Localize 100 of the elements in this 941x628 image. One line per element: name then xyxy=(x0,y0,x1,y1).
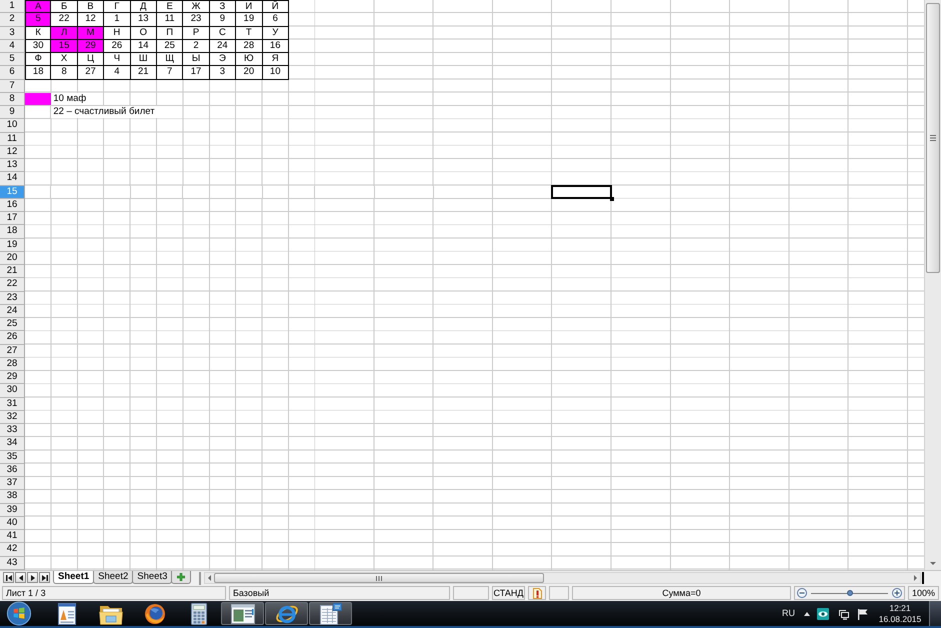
skip-start-icon xyxy=(6,574,12,580)
sheet-tab[interactable]: Sheet3 xyxy=(132,571,172,584)
row-number: 18 xyxy=(0,225,24,238)
taskbar-button[interactable] xyxy=(309,602,352,625)
window-icon xyxy=(230,604,254,624)
row-number: 37 xyxy=(0,477,24,490)
down-arrow-icon[interactable] xyxy=(930,562,936,564)
add-sheet-button[interactable] xyxy=(171,571,192,584)
first-sheet-button[interactable] xyxy=(3,572,14,583)
table-cell: 11 xyxy=(156,13,184,26)
row-number: 13 xyxy=(0,159,24,172)
selection-mode[interactable]: СТАНД xyxy=(492,586,525,600)
table-cell: В xyxy=(78,0,104,14)
cell-text: 22 – счастливый билет xyxy=(51,106,157,118)
row-number: 38 xyxy=(0,490,24,504)
caret-up-icon[interactable] xyxy=(804,612,810,616)
table-cell: Я xyxy=(262,53,289,66)
table-cell: К xyxy=(25,26,52,40)
row-number: 41 xyxy=(0,530,24,544)
globe-icon[interactable] xyxy=(144,602,166,624)
right-arrow-icon[interactable] xyxy=(914,575,918,581)
table-cell: Х xyxy=(51,53,78,66)
sheet-tab[interactable]: Sheet2 xyxy=(93,571,134,584)
table-cell: Ч xyxy=(104,53,131,66)
previous-sheet-button[interactable] xyxy=(15,572,26,583)
table-cell: 6 xyxy=(262,13,289,26)
table-cell: А xyxy=(25,0,52,14)
row-number: 39 xyxy=(0,504,24,517)
row-number: 11 xyxy=(0,132,24,146)
document-icon[interactable] xyxy=(58,602,76,624)
row-number: 25 xyxy=(0,318,24,332)
row-number: 43 xyxy=(0,556,24,570)
caret-left-icon xyxy=(18,574,24,580)
table-cell: Ж xyxy=(183,0,210,14)
row-number: 4 xyxy=(0,40,24,53)
grip-icon xyxy=(376,576,382,580)
sheet-tab[interactable]: Sheet1 xyxy=(53,571,94,584)
plus-icon xyxy=(177,573,186,581)
left-arrow-icon[interactable] xyxy=(208,575,212,581)
split-handle[interactable] xyxy=(922,572,924,584)
row-number: 28 xyxy=(0,358,24,371)
next-sheet-button[interactable] xyxy=(27,572,38,583)
table-cell: Е xyxy=(156,0,184,14)
start-orb-icon[interactable] xyxy=(5,601,33,626)
row-number: 34 xyxy=(0,437,24,450)
table-cell: Ю xyxy=(236,53,263,66)
table-cell: З xyxy=(210,0,236,14)
table-cell: 5 xyxy=(25,13,52,26)
table-cell: 17 xyxy=(183,66,210,80)
flag-icon[interactable] xyxy=(857,608,869,620)
page-style[interactable]: Базовый xyxy=(229,586,450,600)
cell-text: 10 маф xyxy=(51,92,88,105)
table-cell: 13 xyxy=(130,13,157,26)
row-number: 27 xyxy=(0,344,24,358)
zoom-in-icon[interactable] xyxy=(892,588,902,598)
table-cell: Ы xyxy=(183,53,210,66)
calculator-icon[interactable] xyxy=(190,602,206,624)
table-cell: 10 xyxy=(262,66,289,80)
clock-date[interactable]: 16.08.2015 xyxy=(878,614,922,624)
slider-thumb[interactable] xyxy=(846,590,852,596)
monitor-icon[interactable] xyxy=(838,608,850,620)
row-number: 15 xyxy=(0,186,24,199)
taskbar-button[interactable] xyxy=(221,602,264,625)
row-number: 17 xyxy=(0,212,24,226)
row-number: 26 xyxy=(0,331,24,344)
clock-time[interactable]: 12:21 xyxy=(889,602,911,614)
caret-right-icon xyxy=(30,574,36,580)
table-cell: 27 xyxy=(78,66,104,80)
row-number: 19 xyxy=(0,238,24,252)
eye-icon[interactable] xyxy=(817,608,829,620)
language-indicator[interactable]: RU xyxy=(782,608,795,619)
row-number: 40 xyxy=(0,516,24,530)
taskbar-button[interactable] xyxy=(265,602,308,625)
table-cell: 21 xyxy=(130,66,157,80)
table-cell: Ф xyxy=(25,53,52,66)
table-cell: 28 xyxy=(236,40,263,53)
table-cell: Г xyxy=(104,0,131,14)
table-cell: 1 xyxy=(104,13,131,26)
zoom-slider[interactable] xyxy=(811,589,888,597)
row-number: 3 xyxy=(0,26,24,40)
scrollbar-thumb[interactable] xyxy=(214,573,544,583)
table-cell: 30 xyxy=(25,40,52,53)
table-cell: 15 xyxy=(51,40,78,53)
table-cell: Т xyxy=(236,26,263,40)
row-number: 30 xyxy=(0,384,24,398)
scrollbar-thumb[interactable] xyxy=(926,3,940,273)
row-number: 9 xyxy=(0,106,24,120)
grip-icon xyxy=(930,135,936,141)
row-number: 16 xyxy=(0,198,24,212)
zoom-percent[interactable]: 100% xyxy=(908,586,939,600)
table-cell: Б xyxy=(51,0,78,14)
row-number: 5 xyxy=(0,53,24,66)
table-cell: Й xyxy=(262,0,289,14)
show-desktop-button[interactable] xyxy=(929,601,941,626)
last-sheet-button[interactable] xyxy=(39,572,50,583)
table-cell: Н xyxy=(104,26,131,40)
row-number: 29 xyxy=(0,371,24,384)
row-number: 35 xyxy=(0,450,24,464)
table-cell: Л xyxy=(51,26,78,40)
zoom-out-icon[interactable] xyxy=(797,588,807,598)
